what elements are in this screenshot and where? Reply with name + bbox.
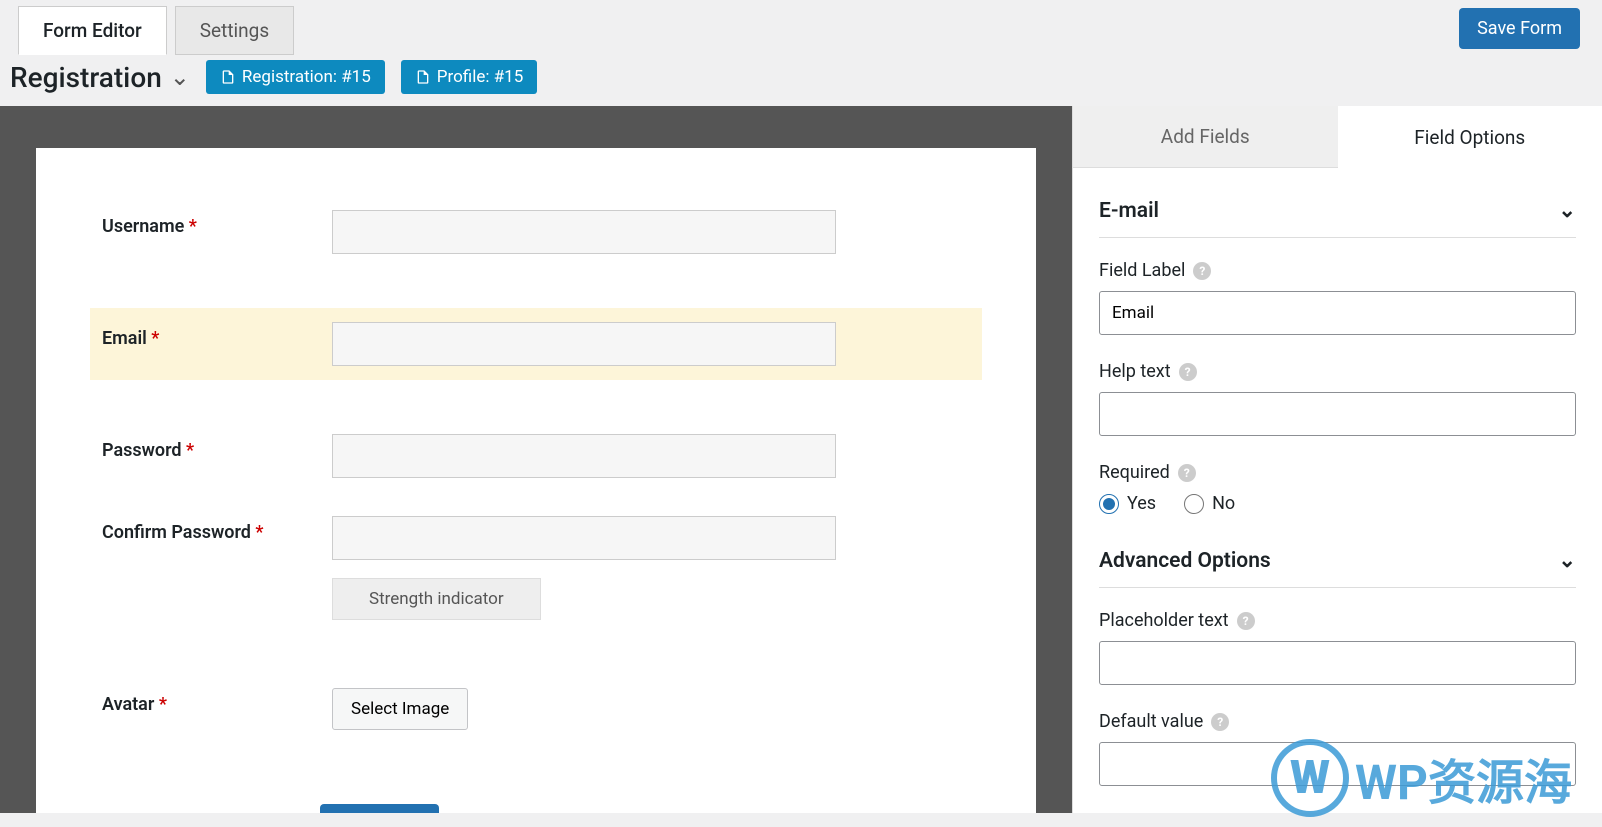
field-input-wrap <box>332 210 970 254</box>
save-form-button[interactable]: Save Form <box>1459 8 1580 49</box>
pill-profile[interactable]: Profile: #15 <box>401 60 538 94</box>
select-image-button[interactable]: Select Image <box>332 688 468 730</box>
field-row-confirm-password[interactable]: Confirm Password * Strength indicator <box>90 502 982 634</box>
page-icon <box>415 69 431 85</box>
field-input-wrap: Strength indicator <box>332 516 970 620</box>
field-row-avatar[interactable]: Avatar * Select Image <box>90 674 982 744</box>
pill-label: Registration: #15 <box>242 67 371 87</box>
tab-settings[interactable]: Settings <box>175 6 294 55</box>
required-radios: Yes No <box>1099 493 1576 514</box>
radio-no[interactable]: No <box>1184 493 1235 514</box>
field-row-username[interactable]: Username * <box>90 196 982 268</box>
tab-field-options[interactable]: Field Options <box>1338 106 1602 168</box>
option-label: Help text ? <box>1099 361 1576 382</box>
pill-label: Profile: #15 <box>437 67 524 87</box>
required-star: * <box>255 522 263 543</box>
option-label: Default value ? <box>1099 711 1576 732</box>
sidebar-body: E-mail ⌄ Field Label ? Help text ? <box>1073 168 1602 813</box>
chevron-down-icon: ⌄ <box>1558 548 1576 573</box>
sidebar-tabs: Add Fields Field Options <box>1073 106 1602 168</box>
form-card: Username * Email * Password * Confirm Pa… <box>36 148 1036 813</box>
default-value-input[interactable] <box>1099 742 1576 786</box>
chevron-down-icon: ⌄ <box>1558 198 1576 223</box>
field-label: Email * <box>102 322 332 349</box>
tab-add-fields[interactable]: Add Fields <box>1073 106 1338 168</box>
main-area: Username * Email * Password * Confirm Pa… <box>0 106 1602 813</box>
field-label: Password * <box>102 434 332 461</box>
topbar: Form Editor Settings Save Form <box>0 0 1602 58</box>
field-input-wrap <box>332 322 970 366</box>
submit-button[interactable]: Submit <box>320 804 439 813</box>
option-label: Required ? <box>1099 462 1576 483</box>
field-label: Username * <box>102 210 332 237</box>
option-field-label: Field Label ? <box>1099 260 1576 335</box>
form-title-text: Registration <box>10 61 162 94</box>
section-head-email[interactable]: E-mail ⌄ <box>1099 190 1576 238</box>
section-head-advanced[interactable]: Advanced Options ⌄ <box>1099 540 1576 588</box>
required-star: * <box>189 216 197 237</box>
confirm-password-input[interactable] <box>332 516 836 560</box>
radio-yes-input[interactable] <box>1099 494 1119 514</box>
required-star: * <box>186 440 194 461</box>
form-title-dropdown[interactable]: Registration ⌄ <box>10 61 190 94</box>
radio-yes[interactable]: Yes <box>1099 493 1156 514</box>
strength-indicator: Strength indicator <box>332 578 541 620</box>
field-label-input[interactable] <box>1099 291 1576 335</box>
subbar: Registration ⌄ Registration: #15 Profile… <box>0 58 1602 106</box>
field-input-wrap: Select Image <box>332 688 970 730</box>
sidebar: Add Fields Field Options E-mail ⌄ Field … <box>1072 106 1602 813</box>
email-input[interactable] <box>332 322 836 366</box>
help-icon[interactable]: ? <box>1237 612 1255 630</box>
option-help-text: Help text ? <box>1099 361 1576 436</box>
help-icon[interactable]: ? <box>1178 464 1196 482</box>
password-input[interactable] <box>332 434 836 478</box>
radio-no-input[interactable] <box>1184 494 1204 514</box>
option-default-value: Default value ? <box>1099 711 1576 786</box>
option-label: Field Label ? <box>1099 260 1576 281</box>
tab-form-editor[interactable]: Form Editor <box>18 6 167 55</box>
field-row-password[interactable]: Password * <box>90 420 982 492</box>
help-icon[interactable]: ? <box>1179 363 1197 381</box>
field-label: Confirm Password * <box>102 516 332 543</box>
form-editor-canvas: Username * Email * Password * Confirm Pa… <box>0 106 1072 813</box>
placeholder-input[interactable] <box>1099 641 1576 685</box>
main-tabs: Form Editor Settings <box>18 6 294 55</box>
required-star: * <box>159 694 167 715</box>
chevron-down-icon: ⌄ <box>170 63 190 91</box>
field-row-email[interactable]: Email * <box>90 308 982 380</box>
option-placeholder: Placeholder text ? <box>1099 610 1576 685</box>
field-input-wrap <box>332 434 970 478</box>
option-label: Placeholder text ? <box>1099 610 1576 631</box>
field-label: Avatar * <box>102 688 332 715</box>
page-icon <box>220 69 236 85</box>
pill-registration[interactable]: Registration: #15 <box>206 60 385 94</box>
help-icon[interactable]: ? <box>1193 262 1211 280</box>
help-text-input[interactable] <box>1099 392 1576 436</box>
required-star: * <box>151 328 159 349</box>
section-title: E-mail <box>1099 199 1159 223</box>
option-required: Required ? Yes No <box>1099 462 1576 514</box>
username-input[interactable] <box>332 210 836 254</box>
section-title: Advanced Options <box>1099 549 1271 573</box>
help-icon[interactable]: ? <box>1211 713 1229 731</box>
